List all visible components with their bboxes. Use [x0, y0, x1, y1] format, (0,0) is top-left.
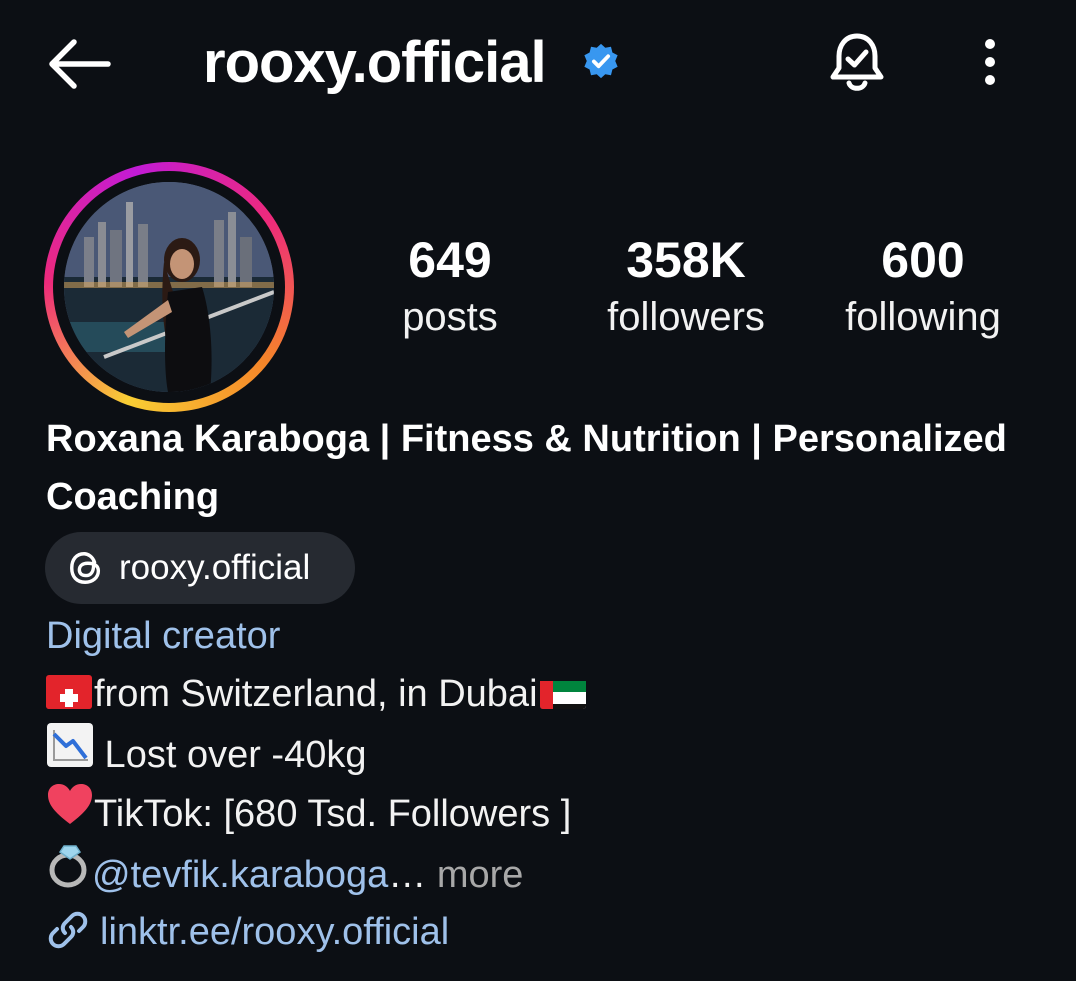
- profile-full-name: Roxana Karaboga | Fitness & Nutrition | …: [46, 418, 1007, 518]
- verified-badge-icon: [582, 42, 620, 80]
- posts-count: 649: [408, 232, 492, 288]
- followers-count: 358K: [626, 232, 746, 288]
- bio-link-text: linktr.ee/rooxy.official: [100, 911, 450, 953]
- bio-external-link[interactable]: linktr.ee/rooxy.official: [46, 904, 449, 960]
- red-heart-icon: [46, 782, 94, 842]
- bio-location-text: from Switzerland, in Dubai: [94, 673, 538, 715]
- uae-flag-icon: [539, 675, 586, 709]
- ring-icon: [46, 842, 92, 904]
- profile-photo: [64, 182, 274, 392]
- threads-handle: rooxy.official: [119, 548, 311, 587]
- following-count: 600: [881, 232, 965, 288]
- notifications-button[interactable]: [826, 30, 888, 94]
- bio-line-location: from Switzerland, in Dubai: [46, 666, 586, 722]
- stat-posts[interactable]: 649 posts: [360, 228, 540, 342]
- more-options-button[interactable]: [972, 36, 1008, 88]
- more-options-icon: [985, 39, 995, 85]
- bio-ellipsis: …: [388, 854, 437, 897]
- bio-tiktok-text: TikTok: [680 Tsd. Followers ]: [94, 793, 572, 836]
- stat-followers[interactable]: 358K followers: [586, 228, 786, 342]
- bio-weight-loss-text: Lost over -40kg: [94, 734, 367, 777]
- mention-link[interactable]: @tevfik.karaboga: [92, 854, 388, 896]
- followers-label: followers: [607, 295, 765, 339]
- back-arrow-icon: [49, 39, 111, 89]
- threads-icon: [70, 552, 101, 584]
- chart-decreasing-icon: [46, 722, 94, 784]
- profile-username: rooxy.official: [203, 30, 547, 95]
- link-icon: [48, 911, 88, 949]
- back-button[interactable]: [44, 36, 114, 92]
- threads-profile-chip[interactable]: rooxy.official: [45, 532, 355, 604]
- bio-line-tiktok: TikTok: [680 Tsd. Followers ]: [46, 784, 572, 846]
- profile-category: Digital creator: [46, 615, 281, 657]
- bio-line-weight-loss: Lost over -40kg: [46, 723, 367, 788]
- notification-bell-icon: [830, 33, 884, 91]
- following-label: following: [845, 295, 1001, 339]
- posts-label: posts: [402, 295, 498, 339]
- more-button[interactable]: more: [437, 854, 524, 896]
- bio-line-mention: @tevfik.karaboga… more: [46, 845, 524, 908]
- profile-avatar[interactable]: [44, 162, 294, 412]
- stat-following[interactable]: 600 following: [826, 228, 1020, 342]
- switzerland-flag-icon: [46, 674, 92, 709]
